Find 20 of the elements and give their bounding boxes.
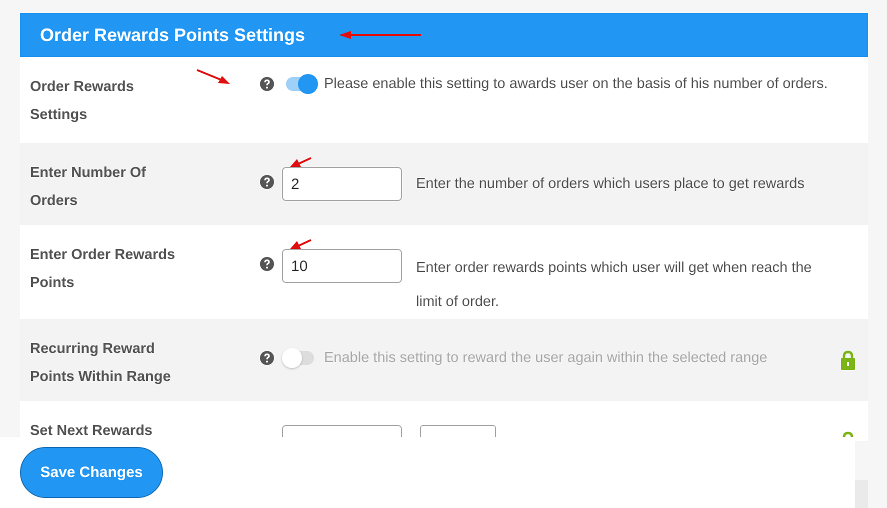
help-icon[interactable] [260, 257, 274, 271]
number-input[interactable]: 2 [282, 167, 402, 201]
setting-label: Enter Order Rewards Points [30, 246, 176, 293]
help-icon[interactable] [260, 175, 274, 189]
setting-label: Order Rewards Settings [30, 78, 135, 125]
panel-title: Order Rewards Points Settings [40, 24, 306, 46]
setting-description: Please enable this setting to awards user on the basis of his number of orders. [324, 75, 829, 94]
help-icon[interactable] [260, 351, 274, 365]
setting-label: Set Next Rewards [30, 422, 152, 441]
setting-description: Enter order rewards points which user will get when reach the limit of order. [416, 259, 813, 312]
annotation-arrow-icon [290, 239, 312, 251]
setting-label: Recurring Reward Points Within Range [30, 340, 172, 387]
setting-label: Enter Number Of Orders [30, 164, 148, 211]
annotation-arrow-icon [290, 157, 312, 169]
help-icon[interactable] [260, 77, 274, 91]
annotation-arrow-icon [196, 69, 230, 85]
setting-description: Enter the number of orders which users place to get rewards [416, 175, 806, 194]
annotation-arrow-icon [339, 30, 424, 40]
number-input[interactable]: 10 [282, 249, 402, 283]
setting-description: Enable this setting to reward the user again within the selected range [324, 349, 768, 368]
